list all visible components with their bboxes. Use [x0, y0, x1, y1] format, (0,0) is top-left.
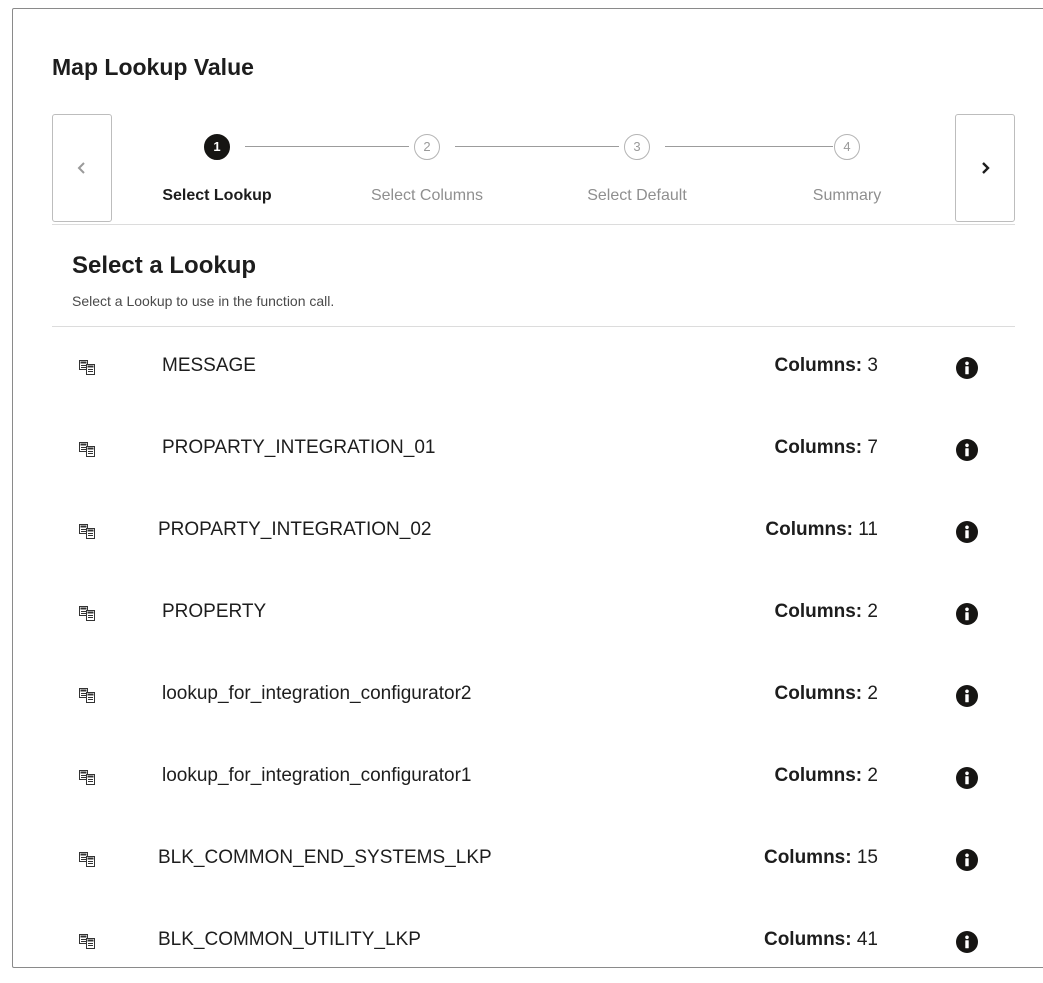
columns-value: 2: [867, 601, 878, 622]
columns-label: Columns:: [765, 519, 853, 540]
lookup-column-count: Columns: 11: [765, 519, 878, 541]
columns-label: Columns:: [774, 683, 863, 704]
columns-value: 41: [856, 929, 878, 950]
info-icon[interactable]: [956, 767, 978, 794]
lookup-column-count: Columns: 3: [775, 355, 878, 377]
lookup-table-icon: [79, 442, 95, 462]
lookup-row[interactable]: PROPARTY_INTEGRATION_01 Columns: 7: [52, 409, 1015, 491]
columns-label: Columns:: [763, 929, 852, 950]
lookup-column-count: Columns: 2: [775, 601, 878, 623]
lookup-table-icon: [79, 770, 95, 790]
info-icon[interactable]: [956, 357, 978, 384]
lookup-name: BLK_COMMON_END_SYSTEMS_LKP: [158, 847, 492, 868]
lookup-name: MESSAGE: [162, 355, 256, 376]
lookup-column-count: Columns: 15: [764, 847, 878, 869]
lookup-column-count: Columns: 2: [775, 683, 878, 705]
lookup-table-icon: [79, 360, 95, 380]
columns-label: Columns:: [774, 355, 863, 376]
previous-step-button[interactable]: [52, 114, 112, 222]
lookup-row[interactable]: PROPARTY_INTEGRATION_02 Columns: 11: [52, 491, 1015, 573]
lookup-row[interactable]: BLK_COMMON_END_SYSTEMS_LKP Columns: 15: [52, 819, 1015, 901]
lookup-row[interactable]: lookup_for_integration_configurator2 Colu…: [52, 655, 1015, 737]
step-train: 1 Select Lookup 2 Select Columns 3 Selec…: [113, 124, 955, 220]
step-connector: [665, 146, 833, 147]
columns-label: Columns:: [774, 601, 863, 622]
lookup-name: BLK_COMMON_UTILITY_LKP: [158, 929, 421, 950]
columns-value: 3: [867, 355, 878, 376]
columns-value: 15: [856, 847, 878, 868]
step-label: Select Columns: [370, 187, 484, 204]
step-connector: [455, 146, 619, 147]
columns-label: Columns:: [774, 437, 863, 458]
lookup-table-icon: [79, 688, 95, 708]
step-label: Summary: [812, 187, 882, 204]
section-subtitle: Select a Lookup to use in the function c…: [72, 293, 335, 309]
lookup-row[interactable]: MESSAGE Columns: 3: [52, 327, 1015, 409]
step-number: 1: [204, 134, 230, 160]
lookup-row[interactable]: BLK_COMMON_UTILITY_LKP Columns: 41: [52, 901, 1015, 983]
columns-label: Columns:: [763, 847, 852, 868]
step-connector: [245, 146, 409, 147]
lookup-table-icon: [79, 934, 95, 954]
section-title: Select a Lookup: [72, 252, 257, 279]
info-icon[interactable]: [956, 685, 978, 712]
lookup-table-icon: [79, 606, 95, 626]
lookup-table-icon: [79, 524, 95, 544]
train-divider: [52, 224, 1015, 225]
lookup-name: lookup_for_integration_configurator1: [162, 765, 472, 786]
lookup-name: PROPARTY_INTEGRATION_02: [158, 519, 432, 540]
lookup-name: lookup_for_integration_configurator2: [162, 683, 472, 704]
next-step-button[interactable]: [955, 114, 1015, 222]
info-icon[interactable]: [956, 521, 978, 548]
lookup-table-icon: [79, 852, 95, 872]
lookup-column-count: Columns: 7: [775, 437, 878, 459]
columns-value: 2: [867, 765, 878, 786]
dialog-title: Map Lookup Value: [52, 54, 254, 80]
step-label: Select Default: [587, 187, 687, 204]
columns-label: Columns:: [774, 765, 863, 786]
chevron-left-icon: [77, 162, 85, 174]
info-icon[interactable]: [956, 849, 978, 876]
lookup-row[interactable]: lookup_for_integration_configurator1 Colu…: [52, 737, 1015, 819]
step-number: 3: [624, 134, 650, 160]
columns-value: 7: [867, 437, 878, 458]
step-number: 4: [834, 134, 860, 160]
lookup-row[interactable]: PROPERTY Columns: 2: [52, 573, 1015, 655]
info-icon[interactable]: [956, 603, 978, 630]
step-number: 2: [414, 134, 440, 160]
chevron-right-icon: [982, 162, 990, 174]
lookup-column-count: Columns: 2: [775, 765, 878, 787]
columns-value: 11: [858, 519, 878, 540]
lookup-name: PROPARTY_INTEGRATION_01: [162, 437, 436, 458]
info-icon[interactable]: [956, 439, 978, 466]
step-label: Select Lookup: [162, 187, 272, 204]
lookup-column-count: Columns: 41: [764, 929, 878, 951]
lookup-name: PROPERTY: [162, 601, 267, 622]
columns-value: 2: [867, 683, 878, 704]
